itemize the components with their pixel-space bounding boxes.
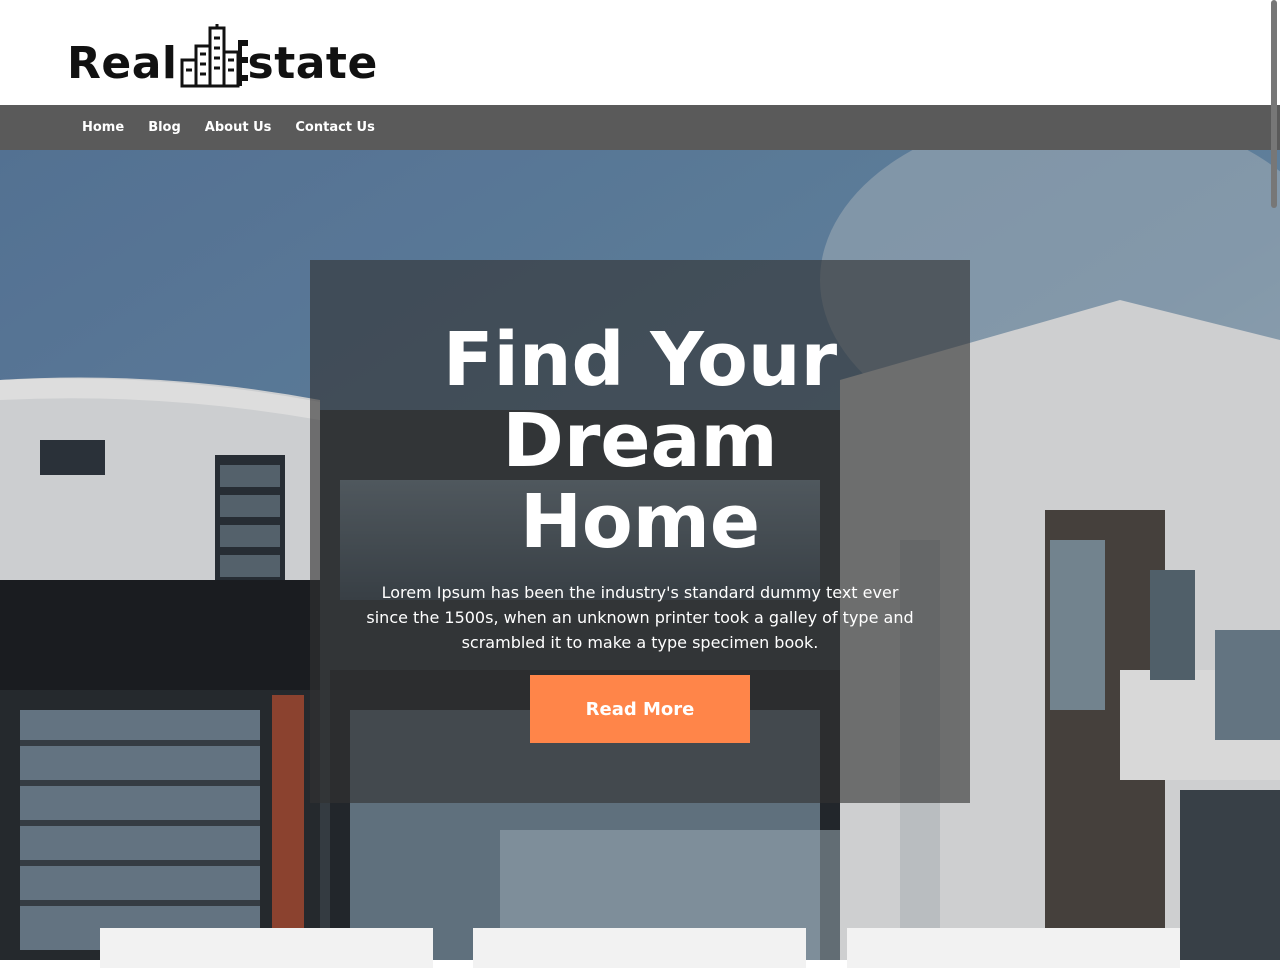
scrollbar-thumb[interactable] xyxy=(1271,0,1277,208)
hero-title: Find Your Dream Home xyxy=(310,320,970,563)
main-nav: Home Blog About Us Contact Us xyxy=(0,105,1280,150)
hero-title-line-2: Dream xyxy=(502,398,778,484)
logo-text-real: Real xyxy=(67,38,178,89)
feature-card-2[interactable] xyxy=(473,928,806,968)
nav-about-us[interactable]: About Us xyxy=(205,120,272,135)
hero-title-line-3: Home xyxy=(519,479,761,565)
hero-section: Find Your Dream Home Lorem Ipsum has bee… xyxy=(0,150,1280,960)
logo-text-estate: state xyxy=(247,38,378,89)
city-buildings-icon xyxy=(178,24,248,88)
feature-card-3[interactable] xyxy=(847,928,1180,968)
nav-blog[interactable]: Blog xyxy=(148,120,181,135)
feature-card-1[interactable] xyxy=(100,928,433,968)
hero-description: Lorem Ipsum has been the industry's stan… xyxy=(366,583,914,652)
nav-contact-us[interactable]: Contact Us xyxy=(295,120,374,135)
site-header: Real state xyxy=(0,0,1280,105)
nav-home[interactable]: Home xyxy=(82,120,124,135)
site-logo[interactable]: Real state xyxy=(67,18,378,88)
hero-overlay-panel: Find Your Dream Home Lorem Ipsum has bee… xyxy=(310,260,970,803)
read-more-button[interactable]: Read More xyxy=(530,675,750,743)
hero-title-line-1: Find Your xyxy=(442,317,838,403)
